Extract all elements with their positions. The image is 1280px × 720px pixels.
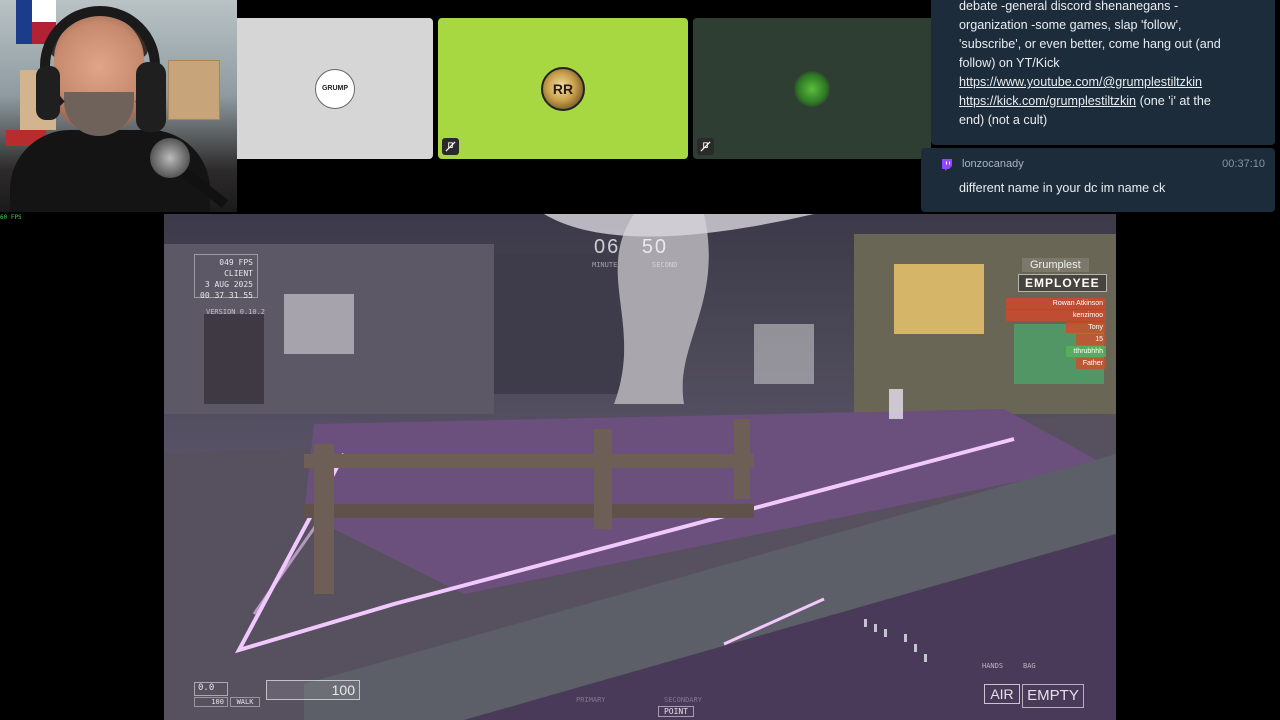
avatar: RR [541, 66, 585, 111]
speed-value: 0.0 [194, 682, 228, 696]
point-action: POINT [658, 706, 694, 717]
chat-message-header: lonzocanady 00:37:10 [941, 157, 1265, 173]
chat-line: end) (not a cult) [959, 113, 1048, 127]
chat-message-text: debate -general discord shenanegans - or… [959, 0, 1259, 130]
timer-seconds-label: SECOND [652, 261, 678, 269]
building-sign [754, 324, 814, 384]
primary-weapon-label: PRIMARY [576, 696, 606, 704]
fence-post [314, 444, 334, 594]
client-mode: CLIENT [224, 269, 253, 278]
secondary-weapon-label: SECONDARY [664, 696, 702, 704]
hands-slot: AIR [984, 684, 1020, 704]
player-entry: Father [1076, 358, 1106, 369]
role-badge: EMPLOYEE [1018, 274, 1107, 292]
chat-line: debate -general discord shenanegans - [959, 0, 1179, 13]
walk-toggle: WALK [230, 697, 260, 707]
fence-post [594, 429, 612, 529]
chat-line: organization -some games, slap 'follow', [959, 18, 1182, 32]
discord-tile-member-3 [693, 18, 931, 159]
stats-panel: 049 FPS CLIENT 3 AUG 2025 00 37 31 55 [194, 254, 258, 300]
chat-timestamp: 00:37:10 [1222, 158, 1265, 170]
bag-label: BAG [1023, 662, 1036, 670]
health-bar: 100 [266, 680, 360, 700]
microphone-icon [150, 138, 190, 178]
building-center [494, 254, 624, 394]
timer-seconds: 50 [641, 236, 669, 258]
building-door [204, 314, 264, 404]
webcam-fps-overlay: 60 FPS [0, 214, 22, 221]
chat-line: (one 'i' at the [1136, 94, 1211, 108]
cardboard-box [168, 60, 220, 120]
bag-slot: EMPTY [1022, 684, 1084, 708]
version-label: VERSION 0.10.2 [206, 308, 266, 316]
chat-line: follow) on YT/Kick [959, 56, 1060, 70]
chat-message-text: different name in your dc im name ck [959, 181, 1166, 195]
hands-label: HANDS [982, 662, 1004, 670]
avatar [794, 70, 830, 107]
discord-tile-member-2: RR [438, 18, 688, 159]
player-entry: tthrubhhh [1066, 346, 1106, 357]
time-readout: 00 37 31 55 [200, 291, 253, 300]
round-timer: 06 50 [594, 236, 668, 259]
lamp [889, 389, 903, 419]
youtube-link[interactable]: https://www.youtube.com/@grumplestiltzki… [959, 75, 1202, 89]
timer-minutes: 06 [594, 236, 621, 258]
star-icon: ★ [34, 6, 49, 23]
player-list: Rowan Atkinson kenzimoo Tony 15 tthrubhh… [1006, 298, 1106, 370]
chat-line: 'subscribe', or even better, come hang o… [959, 37, 1221, 51]
fps-readout: 049 FPS [219, 258, 253, 267]
mic-muted-icon [442, 138, 459, 155]
date-readout: 3 AUG 2025 [204, 280, 253, 289]
chat-username[interactable]: lonzocanady [962, 158, 1024, 170]
chat-overlay: debate -general discord shenanegans - or… [921, 0, 1275, 212]
player-entry: kenzimoo [1006, 310, 1106, 321]
player-name-tag: Grumplest [1022, 258, 1089, 272]
headset-ear-left [36, 66, 60, 120]
webcam-feed: ★ [0, 0, 237, 212]
fence-post [734, 419, 750, 499]
speed-max: 100 [194, 697, 228, 707]
player-entry: Rowan Atkinson [1006, 298, 1106, 309]
timer-minutes-label: MINUTE [592, 261, 618, 269]
player-entry: Tony [1066, 322, 1106, 333]
twitch-icon [942, 159, 952, 171]
fence-rail-top [304, 454, 754, 468]
player-entry: 15 [1076, 334, 1106, 345]
discord-tile-grump: GRUMP [237, 18, 433, 159]
building-window [284, 294, 354, 354]
game-viewport[interactable]: 06 50 MINUTE SECOND 049 FPS CLIENT 3 AUG… [164, 214, 1116, 720]
tree-canopy [544, 214, 814, 237]
avatar: GRUMP [315, 68, 355, 109]
kick-link[interactable]: https://kick.com/grumplestiltzkin [959, 94, 1136, 108]
game-scene [164, 214, 1116, 720]
lit-window [894, 264, 984, 334]
mic-muted-icon [697, 138, 714, 155]
fence-rail-bottom [304, 504, 754, 518]
headset-ear-right [136, 62, 166, 132]
